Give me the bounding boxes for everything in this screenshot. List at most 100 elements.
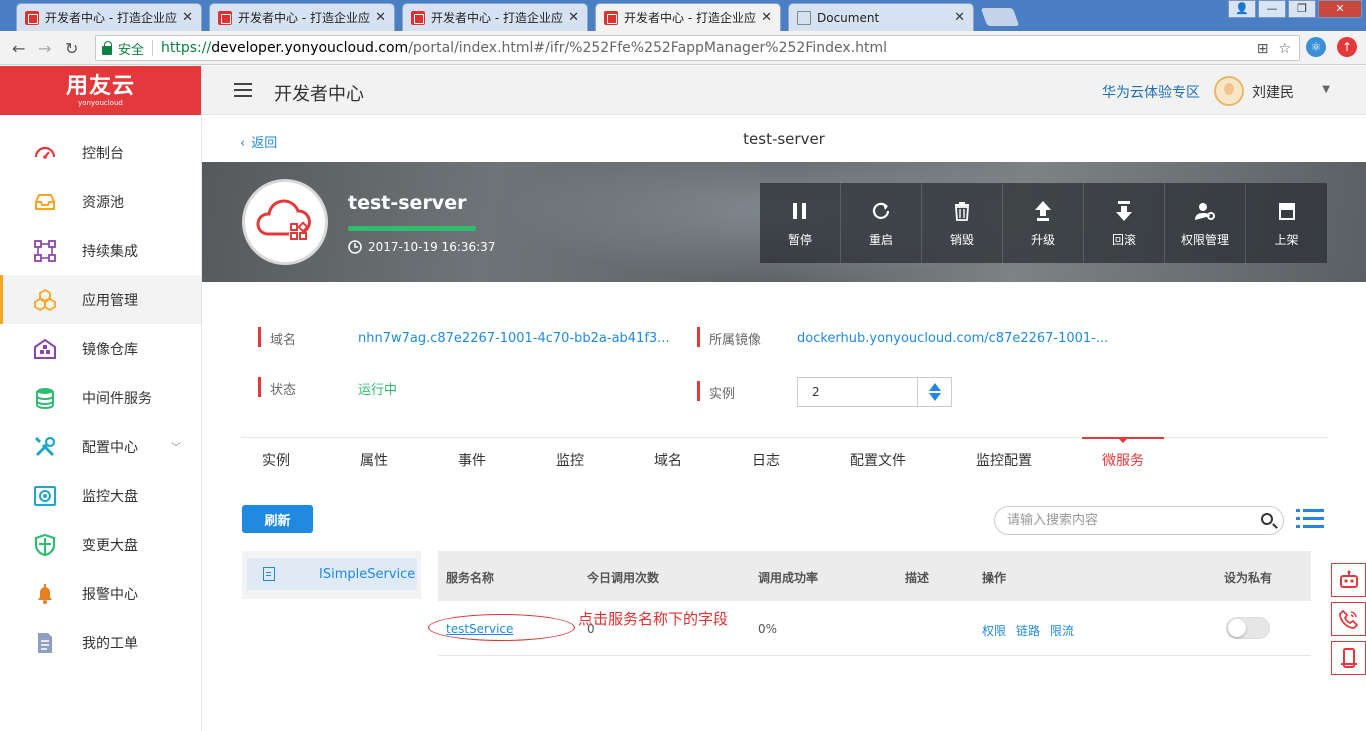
pause-button[interactable]: 暂停 bbox=[760, 183, 841, 263]
decrement-icon[interactable] bbox=[928, 393, 941, 401]
active-tab-indicator bbox=[1082, 437, 1164, 443]
refresh-button[interactable]: 刷新 bbox=[242, 505, 313, 533]
upgrade-button[interactable]: 升级 bbox=[1003, 183, 1084, 263]
reload-icon[interactable]: ↻ bbox=[65, 39, 78, 58]
sidebar-item-label: 控制台 bbox=[82, 145, 124, 162]
detail-tabs: 实例 属性 事件 监控 域名 日志 配置文件 监控配置 微服务 bbox=[241, 437, 1328, 475]
tab-logs[interactable]: 日志 bbox=[752, 450, 780, 470]
trash-icon bbox=[953, 199, 971, 223]
url-path: /portal/index.html#/ifr/%252Ffe%252FappM… bbox=[408, 40, 887, 56]
sidebar-item-ci[interactable]: 持续集成 bbox=[0, 226, 201, 275]
browser-tab[interactable]: 开发者中心 - 打造企业应 ✕ bbox=[402, 3, 588, 31]
sidebar-item-label: 持续集成 bbox=[82, 243, 138, 260]
increment-icon[interactable] bbox=[928, 383, 941, 391]
mobile-button[interactable] bbox=[1331, 641, 1366, 675]
tab-domain[interactable]: 域名 bbox=[654, 450, 682, 470]
permission-link[interactable]: 权限 bbox=[982, 624, 1006, 638]
permission-management-button[interactable]: 权限管理 bbox=[1165, 183, 1246, 263]
close-tab-icon[interactable]: ✕ bbox=[182, 10, 193, 25]
tab-monitoring[interactable]: 监控 bbox=[556, 450, 584, 470]
close-tab-icon[interactable]: ✕ bbox=[568, 10, 579, 25]
domain-row: 域名 nhn7w7ag.c87e2267-1001-4c70-bb2a-ab41… bbox=[258, 327, 670, 348]
action-label: 升级 bbox=[1030, 232, 1055, 247]
trace-link[interactable]: 链路 bbox=[1016, 624, 1040, 638]
browser-tab[interactable]: 开发者中心 - 打造企业应 ✕ bbox=[16, 3, 202, 31]
chevron-down-icon[interactable]: ﹀ bbox=[171, 439, 181, 454]
translate-icon[interactable]: ⊞ bbox=[1257, 41, 1269, 57]
brand-logo[interactable]: 用友云 yonyoucloud bbox=[0, 66, 201, 115]
store-icon bbox=[1277, 199, 1297, 223]
sidebar-item-config-center[interactable]: 配置中心 ﹀ bbox=[0, 422, 201, 471]
column-header: 描述 bbox=[905, 571, 930, 585]
hamburger-menu-icon[interactable] bbox=[234, 83, 252, 97]
publish-button[interactable]: 上架 bbox=[1246, 183, 1327, 263]
close-window-icon[interactable]: ✕ bbox=[1318, 0, 1362, 18]
search-icon[interactable] bbox=[1261, 513, 1273, 525]
highlight-oval bbox=[428, 614, 575, 641]
huawei-zone-link[interactable]: 华为云体验专区 bbox=[1102, 82, 1200, 102]
header-title: 开发者中心 bbox=[274, 84, 364, 105]
tab-events[interactable]: 事件 bbox=[458, 450, 486, 470]
tab-monitor-config[interactable]: 监控配置 bbox=[976, 450, 1032, 470]
sidebar-item-image-registry[interactable]: 镜像仓库 bbox=[0, 324, 201, 373]
browser-tab[interactable]: 开发者中心 - 打造企业应 ✕ bbox=[209, 3, 395, 31]
maximize-icon[interactable]: ❐ bbox=[1288, 0, 1316, 18]
restart-button[interactable]: 重启 bbox=[841, 183, 922, 263]
tab-instances[interactable]: 实例 bbox=[262, 450, 290, 470]
user-profile-icon[interactable]: 👤 bbox=[1228, 0, 1256, 18]
action-label: 暂停 bbox=[787, 232, 812, 247]
stepper-arrows[interactable] bbox=[917, 378, 951, 406]
inbox-icon bbox=[33, 190, 57, 214]
document-favicon-icon bbox=[797, 10, 811, 25]
private-toggle[interactable] bbox=[1226, 617, 1270, 639]
instance-count[interactable]: 2 bbox=[798, 378, 917, 406]
sidebar-item-app-management[interactable]: 应用管理 bbox=[0, 275, 201, 324]
document-icon bbox=[33, 631, 57, 655]
tab-config-files[interactable]: 配置文件 bbox=[850, 450, 906, 470]
new-tab-button[interactable] bbox=[980, 8, 1020, 26]
back-arrow-icon[interactable]: ← bbox=[12, 39, 25, 58]
tab-properties[interactable]: 属性 bbox=[360, 450, 388, 470]
url-bar[interactable]: 安全 https://developer.yonyoucloud.com/por… bbox=[95, 35, 1300, 61]
username[interactable]: 刘建民 bbox=[1252, 82, 1294, 102]
close-tab-icon[interactable]: ✕ bbox=[375, 10, 386, 25]
phone-call-button[interactable] bbox=[1331, 602, 1366, 636]
site-favicon-icon bbox=[411, 10, 425, 25]
action-label: 回滚 bbox=[1111, 232, 1136, 247]
star-bookmark-icon[interactable]: ☆ bbox=[1278, 41, 1291, 57]
rate-limit-link[interactable]: 限流 bbox=[1050, 624, 1074, 638]
domain-value[interactable]: nhn7w7ag.c87e2267-1001-4c70-bb2a-ab41f3.… bbox=[358, 331, 670, 346]
image-value[interactable]: dockerhub.yonyoucloud.com/c87e2267-1001-… bbox=[797, 331, 1108, 346]
image-row: 所属镜像 dockerhub.yonyoucloud.com/c87e2267-… bbox=[697, 327, 1108, 348]
sidebar-item-middleware[interactable]: 中间件服务 bbox=[0, 373, 201, 422]
microservice-table: 服务名称 今日调用次数 调用成功率 描述 操作 设为私有 testService… bbox=[438, 551, 1311, 656]
tab-microservices[interactable]: 微服务 bbox=[1102, 450, 1144, 470]
sidebar-item-alert-center[interactable]: 报警中心 bbox=[0, 569, 201, 618]
column-header: 调用成功率 bbox=[758, 571, 819, 585]
instance-stepper[interactable]: 2 bbox=[797, 377, 952, 407]
browser-tab[interactable]: Document ✕ bbox=[788, 3, 974, 31]
sidebar-item-resource-pool[interactable]: 资源池 bbox=[0, 177, 201, 226]
avatar[interactable] bbox=[1214, 76, 1244, 106]
chevron-left-icon: ‹ bbox=[240, 136, 246, 151]
browser-tab-active[interactable]: 开发者中心 - 打造企业应 ✕ bbox=[595, 3, 781, 31]
close-tab-icon[interactable]: ✕ bbox=[761, 10, 772, 25]
destroy-button[interactable]: 销毁 bbox=[922, 183, 1003, 263]
sidebar-item-dashboard[interactable]: 控制台 bbox=[0, 128, 201, 177]
search-input[interactable] bbox=[1007, 513, 1257, 528]
sidebar-item-change-board[interactable]: 变更大盘 bbox=[0, 520, 201, 569]
rollback-button[interactable]: 回滚 bbox=[1084, 183, 1165, 263]
close-tab-icon[interactable]: ✕ bbox=[954, 10, 965, 25]
upgrade-icon bbox=[1034, 199, 1052, 223]
sidebar-item-my-tickets[interactable]: 我的工单 bbox=[0, 618, 201, 667]
forward-arrow-icon[interactable]: → bbox=[38, 39, 51, 58]
robot-assistant-button[interactable] bbox=[1331, 563, 1366, 597]
react-extension-icon[interactable]: ⚛ bbox=[1306, 37, 1326, 57]
caret-down-icon[interactable]: ▼ bbox=[1322, 84, 1330, 95]
back-link[interactable]: ‹ 返回 bbox=[240, 132, 277, 151]
list-view-icon[interactable] bbox=[1296, 507, 1324, 531]
list-item[interactable]: ISimpleService bbox=[247, 558, 417, 590]
sidebar-item-monitor-board[interactable]: 监控大盘 bbox=[0, 471, 201, 520]
extension-up-icon[interactable]: ↑ bbox=[1337, 37, 1357, 57]
minimize-icon[interactable]: — bbox=[1258, 0, 1286, 18]
